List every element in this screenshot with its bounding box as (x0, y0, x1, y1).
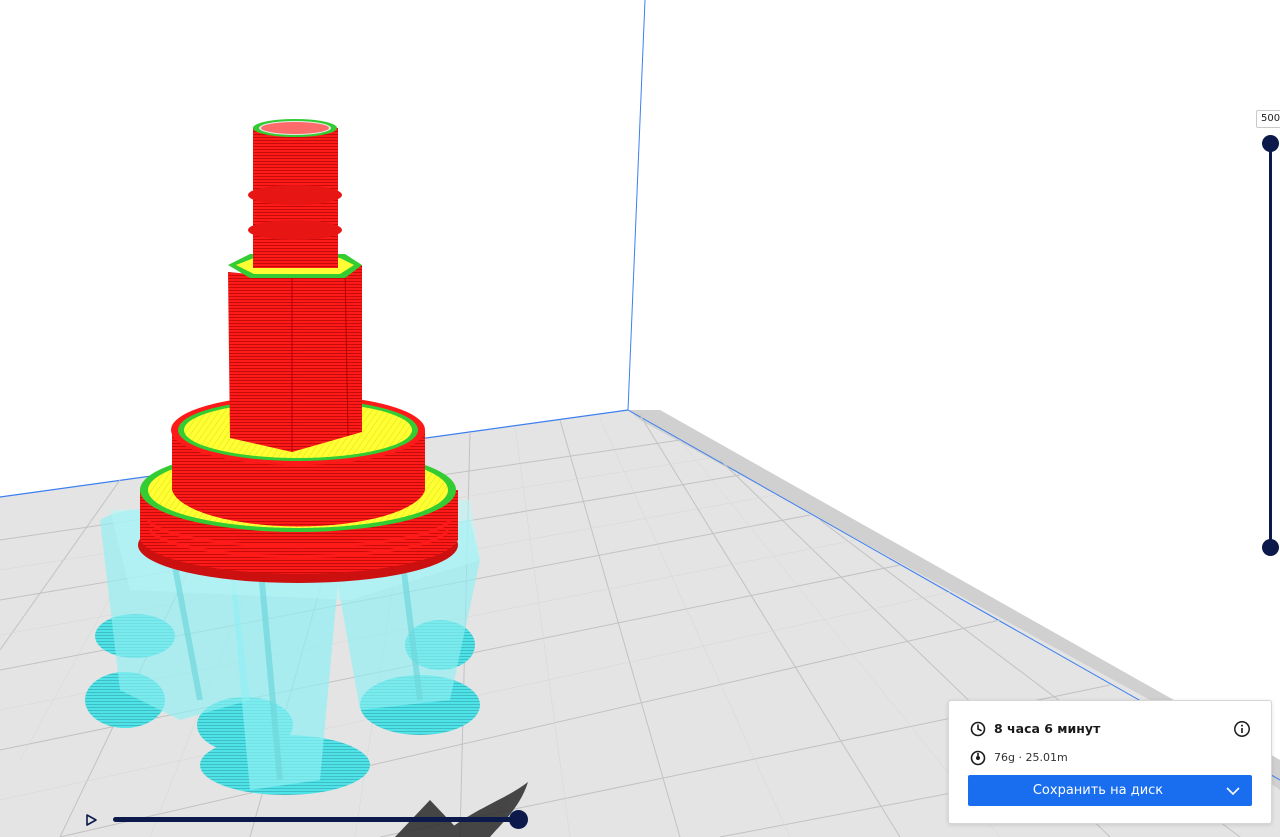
material-usage-value: 76g · 25.01m (994, 751, 1068, 764)
play-icon (86, 814, 97, 826)
print-time-row: 8 часа 6 минут (969, 720, 1100, 737)
chevron-down-icon[interactable] (1214, 775, 1252, 806)
layer-slider-track[interactable] (1269, 143, 1272, 548)
play-simulation-button[interactable] (82, 811, 100, 829)
simulation-progress-track[interactable] (113, 817, 519, 822)
spool-icon (969, 749, 986, 766)
print-time-value: 8 часа 6 минут (994, 721, 1101, 736)
layer-slider[interactable]: 500 (1250, 106, 1280, 566)
layer-slider-bottom-handle[interactable] (1262, 539, 1279, 556)
build-volume-edge (627, 0, 646, 411)
model-hex-nut (228, 254, 362, 452)
info-icon[interactable] (1233, 720, 1251, 738)
layer-slider-top-handle[interactable] (1262, 135, 1279, 152)
save-to-disk-label: Сохранить на диск (1032, 783, 1164, 798)
clock-icon (969, 720, 986, 737)
simulation-progress-handle[interactable] (509, 810, 528, 829)
material-usage-row: 76g · 25.01m (969, 749, 1068, 766)
layer-value-input[interactable]: 500 (1256, 110, 1280, 128)
model-tube (248, 119, 342, 268)
print-info-panel: 8 часа 6 минут 76g · 25.01m Сохранить на… (948, 700, 1272, 824)
save-to-disk-button[interactable]: Сохранить на диск (968, 775, 1252, 806)
